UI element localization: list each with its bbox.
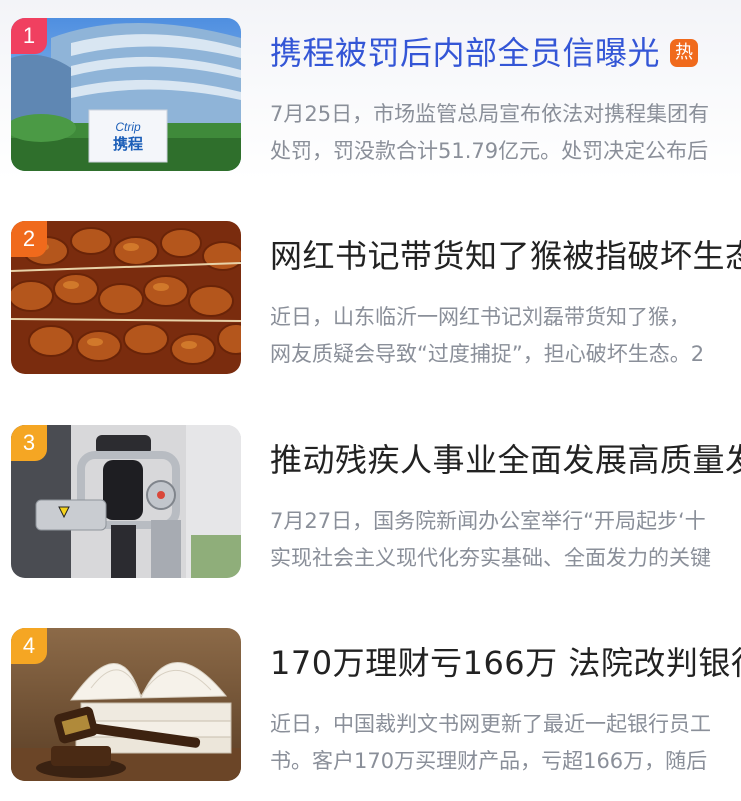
news-thumbnail[interactable]: 2 (11, 221, 241, 374)
svg-text:携程: 携程 (113, 135, 143, 153)
news-summary: 7月27日，国务院新闻办公室举行“开局起步‘十 实现社会主义现代化夯实基础、全面… (270, 503, 741, 577)
news-title[interactable]: 170万理财亏166万 法院改判银行 (270, 644, 741, 682)
summary-line: 实现社会主义现代化夯实基础、全面发力的关键 (270, 546, 711, 570)
rank-badge: 3 (11, 425, 47, 461)
news-title-row[interactable]: 推动残疾人事业全面发展高质量发 (270, 437, 741, 483)
news-title-row[interactable]: 携程被罚后内部全员信曝光热 (270, 30, 741, 76)
news-item[interactable]: 2 网红书记带货知了猴被指破坏生态 近日，山东临沂一网红书记刘磊带货知了猴， 网… (0, 221, 741, 376)
news-thumbnail[interactable]: 3 (11, 425, 241, 578)
summary-line: 7月27日，国务院新闻办公室举行“开局起步‘十 (270, 509, 706, 533)
summary-line: 7月25日，市场监管总局宣布依法对携程集团有 (270, 102, 710, 126)
news-thumbnail[interactable]: Ctrip 携程 1 (11, 18, 241, 171)
rank-badge: 2 (11, 221, 47, 257)
news-item[interactable]: 4 170万理财亏166万 法院改判银行 近日，中国裁判文书网更新了最近一起银行… (0, 628, 741, 783)
news-item[interactable]: Ctrip 携程 1 携程被罚后内部全员信曝光热 7月25日，市场监管总局宣布依… (0, 18, 741, 173)
news-summary: 7月25日，市场监管总局宣布依法对携程集团有 处罚，罚没款合计51.79亿元。处… (270, 96, 741, 170)
news-summary: 近日，山东临沂一网红书记刘磊带货知了猴， 网友质疑会导致“过度捕捉”，担心破坏生… (270, 299, 741, 373)
rank-badge: 4 (11, 628, 47, 664)
news-title-row[interactable]: 170万理财亏166万 法院改判银行 (270, 640, 741, 686)
summary-line: 书。客户170万买理财产品，亏超166万，随后 (270, 749, 708, 773)
summary-line: 近日，中国裁判文书网更新了最近一起银行员工 (270, 712, 711, 736)
news-title[interactable]: 携程被罚后内部全员信曝光 (270, 34, 660, 72)
news-title[interactable]: 网红书记带货知了猴被指破坏生态 (270, 237, 741, 275)
news-title[interactable]: 推动残疾人事业全面发展高质量发 (270, 441, 741, 479)
news-item[interactable]: 3 推动残疾人事业全面发展高质量发 7月27日，国务院新闻办公室举行“开局起步‘… (0, 425, 741, 580)
svg-text:Ctrip: Ctrip (115, 120, 141, 134)
news-summary: 近日，中国裁判文书网更新了最近一起银行员工 书。客户170万买理财产品，亏超16… (270, 706, 741, 780)
hot-news-page: Ctrip 携程 1 携程被罚后内部全员信曝光热 7月25日，市场监管总局宣布依… (0, 0, 741, 801)
summary-line: 网友质疑会导致“过度捕捉”，担心破坏生态。2 (270, 342, 705, 366)
news-thumbnail[interactable]: 4 (11, 628, 241, 781)
hot-tag-icon: 热 (670, 39, 699, 67)
rank-badge: 1 (11, 18, 47, 54)
news-title-row[interactable]: 网红书记带货知了猴被指破坏生态 (270, 233, 741, 279)
summary-line: 处罚，罚没款合计51.79亿元。处罚决定公布后 (270, 139, 709, 163)
summary-line: 近日，山东临沂一网红书记刘磊带货知了猴， (270, 305, 690, 329)
